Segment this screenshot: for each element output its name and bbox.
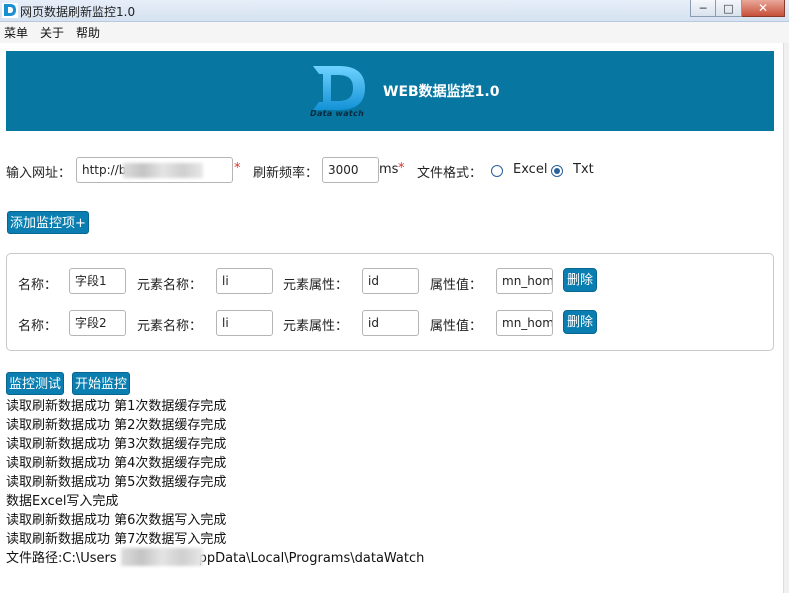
log-line: 读取刷新数据成功 第4次数据缓存完成 xyxy=(6,456,227,471)
attr-value-label: 属性值： xyxy=(430,319,483,334)
attr-value-input[interactable]: mn_hom xyxy=(496,310,553,336)
logo-caption: Data watch xyxy=(310,109,365,118)
banner-title: WEB数据监控1.0 xyxy=(383,84,500,100)
file-path-line: 文件路径:C:\Users ppData\Local\Programs\dataW… xyxy=(6,549,424,568)
start-monitor-button[interactable]: 开始监控 xyxy=(72,372,131,395)
log-output: 读取刷新数据成功 第1次数据缓存完成 读取刷新数据成功 第2次数据缓存完成 读取… xyxy=(6,397,424,568)
menu-item-help[interactable]: 帮助 xyxy=(76,24,100,41)
element-attr-input[interactable]: id xyxy=(362,310,419,336)
format-option-excel: Excel xyxy=(513,162,548,177)
minimize-icon[interactable]: ─ xyxy=(690,0,716,17)
field-name-label: 名称： xyxy=(18,278,58,293)
field-name-input[interactable]: 字段2 xyxy=(69,310,126,336)
element-attr-value: id xyxy=(368,316,379,330)
close-icon[interactable]: ✕ xyxy=(742,0,785,17)
log-line: 读取刷新数据成功 第1次数据缓存完成 xyxy=(6,399,227,414)
attr-value-value: mn_hom xyxy=(502,316,553,330)
monitor-test-button[interactable]: 监控测试 xyxy=(6,372,65,395)
file-path-suffix: ppData\Local\Programs\dataWatch xyxy=(198,551,425,566)
url-label: 输入网址： xyxy=(6,166,72,181)
field-name-label: 名称： xyxy=(18,319,58,334)
element-name-value: li xyxy=(222,316,229,330)
file-format-label: 文件格式： xyxy=(417,166,483,181)
log-line: 读取刷新数据成功 第7次数据写入完成 xyxy=(6,532,227,547)
url-required-mark: * xyxy=(234,161,241,176)
redacted-path-mask xyxy=(121,548,203,566)
element-name-input[interactable]: li xyxy=(216,268,273,294)
menu-bar: 菜单 关于 帮助 xyxy=(0,22,789,43)
title-bar: 网页数据刷新监控1.0 ─ □ ✕ xyxy=(0,0,789,22)
element-name-input[interactable]: li xyxy=(216,310,273,336)
add-monitor-item-button[interactable]: 添加监控项+ xyxy=(7,211,89,234)
attr-value-value: mn_hom xyxy=(502,274,553,288)
element-attr-label: 元素属性： xyxy=(283,319,349,334)
element-name-label: 元素名称： xyxy=(137,319,203,334)
format-radio-txt[interactable] xyxy=(551,165,563,177)
format-radio-excel[interactable] xyxy=(491,165,503,177)
frequency-label: 刷新频率： xyxy=(253,166,319,181)
frequency-input[interactable]: 3000 xyxy=(322,157,379,183)
app-logo-icon xyxy=(2,3,18,18)
window-controls: ─ □ ✕ xyxy=(690,0,785,18)
log-line: 数据Excel写入完成 xyxy=(6,494,119,509)
element-name-label: 元素名称： xyxy=(137,278,203,293)
maximize-icon[interactable]: □ xyxy=(716,0,742,17)
window-title: 网页数据刷新监控1.0 xyxy=(20,5,136,19)
log-line: 读取刷新数据成功 第6次数据写入完成 xyxy=(6,513,227,528)
field-name-input[interactable]: 字段1 xyxy=(69,268,126,294)
format-option-txt: Txt xyxy=(573,162,594,177)
element-attr-input[interactable]: id xyxy=(362,268,419,294)
file-path-prefix: 文件路径:C:\Users xyxy=(6,551,117,566)
frequency-value: 3000 xyxy=(328,163,359,177)
element-attr-label: 元素属性： xyxy=(283,278,349,293)
delete-field-button[interactable]: 删除 xyxy=(563,268,597,292)
field-name-value: 字段2 xyxy=(75,316,107,330)
frequency-required-mark: * xyxy=(398,161,405,176)
delete-field-button[interactable]: 删除 xyxy=(563,310,597,334)
field-name-value: 字段1 xyxy=(75,274,107,288)
element-name-value: li xyxy=(222,274,229,288)
attr-value-input[interactable]: mn_hom xyxy=(496,268,553,294)
menu-item-about[interactable]: 关于 xyxy=(40,24,64,41)
attr-value-label: 属性值： xyxy=(430,278,483,293)
redacted-url-mask xyxy=(123,163,203,178)
window-right-edge xyxy=(783,43,789,593)
element-attr-value: id xyxy=(368,274,379,288)
frequency-unit: ms xyxy=(379,162,399,177)
url-value: http://b xyxy=(82,163,127,177)
header-banner: Data watch WEB数据监控1.0 xyxy=(6,51,774,131)
menu-item-menu[interactable]: 菜单 xyxy=(4,24,28,41)
log-line: 读取刷新数据成功 第3次数据缓存完成 xyxy=(6,437,227,452)
log-line: 读取刷新数据成功 第5次数据缓存完成 xyxy=(6,475,227,490)
log-line: 读取刷新数据成功 第2次数据缓存完成 xyxy=(6,418,227,433)
